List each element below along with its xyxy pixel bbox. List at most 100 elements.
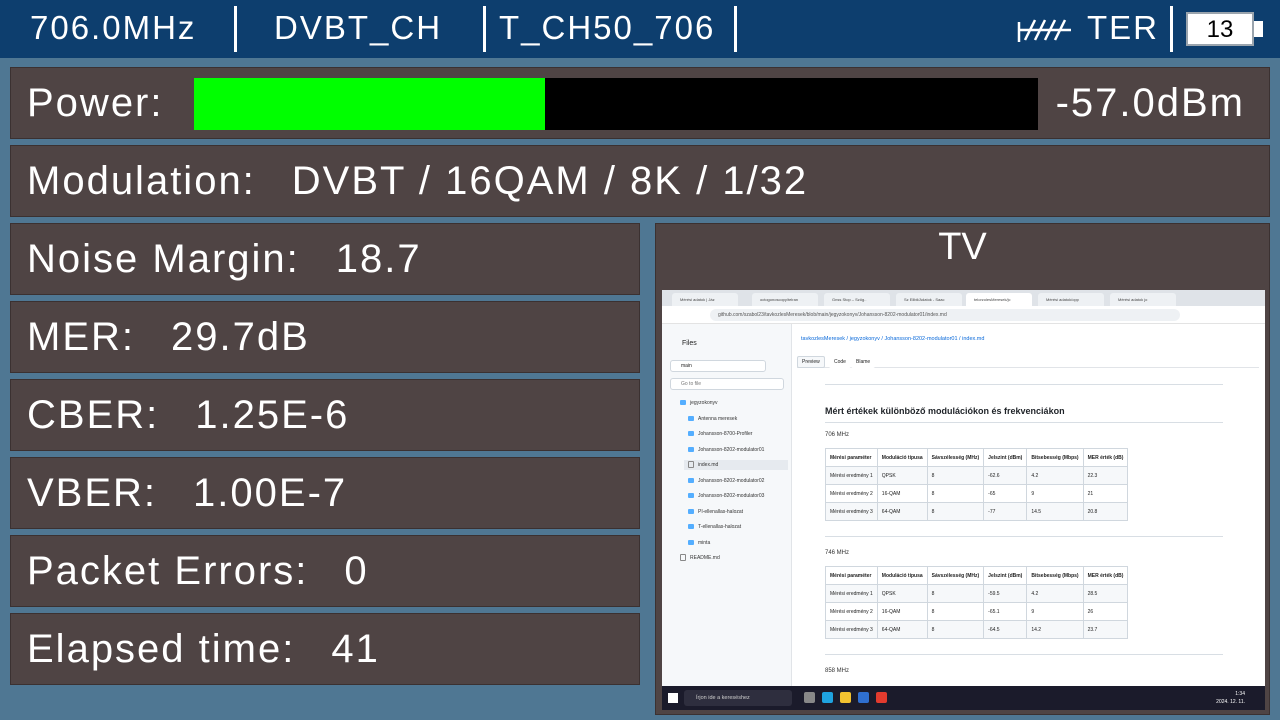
table-cell: -65.1 xyxy=(983,602,1028,621)
cber-value: 1.25E-6 xyxy=(195,392,350,437)
table-cell: Mérési eredmény 1 xyxy=(825,584,878,603)
table-cell: 16-QAM xyxy=(876,484,928,503)
clock-date: 2024. 12. 11. xyxy=(1216,699,1245,705)
file-tree-item[interactable]: Johansson-8202-modulator03 xyxy=(688,491,764,501)
section-title: 706 MHz xyxy=(825,432,850,438)
taskbar-search[interactable]: Írjon ide a kereséshez xyxy=(684,690,792,706)
power-level-fill xyxy=(194,78,546,130)
frequency-readout: 706.0MHz xyxy=(30,9,197,46)
antenna-icon xyxy=(1017,19,1071,42)
modulation-panel: Modulation: DVBT / 16QAM / 8K / 1/32 xyxy=(10,145,1270,217)
table-cell: QPSK xyxy=(876,466,928,485)
vber-label: VBER: xyxy=(27,470,158,515)
table-cell: 14.5 xyxy=(1026,502,1084,521)
tab-blame[interactable]: Blame xyxy=(851,356,876,368)
table-cell: QPSK xyxy=(876,584,928,603)
measurement-table-746: Mérési paraméter Moduláció típusa Sávszé… xyxy=(825,566,1129,639)
table-cell: Mérési eredmény 1 xyxy=(825,466,878,485)
browser-tab[interactable]: Mérési adatok jo xyxy=(1110,293,1176,306)
divider xyxy=(734,6,737,52)
browser-tab-active[interactable]: telorzolesMeresek/jc xyxy=(966,293,1032,306)
browser-tab[interactable]: Sz Ellbil/Adatok - Saac xyxy=(896,293,962,306)
battery-value: 13 xyxy=(1206,16,1234,43)
power-value: -57.0dBm xyxy=(1055,80,1245,125)
table-cell: 22.3 xyxy=(1082,466,1129,485)
packet-errors-panel: Packet Errors: 0 xyxy=(10,535,640,607)
table-header: Mérési paraméter xyxy=(825,448,878,467)
browser-tab[interactable]: Mérési adatok | Jáz xyxy=(672,293,738,306)
table-cell: 26 xyxy=(1082,602,1129,621)
files-title: Files xyxy=(682,340,697,347)
file-tree-item[interactable]: minta xyxy=(688,538,710,548)
measurement-table-706: Mérési paraméter Moduláció típusa Sávszé… xyxy=(825,448,1129,521)
table-cell: -77 xyxy=(983,502,1028,521)
table-cell: 64-QAM xyxy=(876,502,928,521)
table-cell: 8 xyxy=(926,484,985,503)
breadcrumb[interactable]: tavkozlesMeresek / jegyzokonyv / Johanss… xyxy=(801,336,984,342)
edge-icon[interactable] xyxy=(822,692,833,703)
task-view-icon[interactable] xyxy=(804,692,815,703)
address-bar[interactable]: github.com/szabol23/tavkozlesMeresek/blo… xyxy=(710,309,1180,321)
table-cell: Mérési eredmény 2 xyxy=(825,484,878,503)
file-tree-item[interactable]: Antenna meresek xyxy=(688,414,737,424)
table-cell: 16-QAM xyxy=(876,602,928,621)
table-cell: 8 xyxy=(926,620,985,639)
channel-name-label: T_CH50_706 xyxy=(499,9,716,46)
divider xyxy=(234,6,237,52)
noise-margin-row: Noise Margin: 18.7 xyxy=(27,224,422,294)
browser-tab[interactable]: Mérési adatok/opp xyxy=(1038,293,1104,306)
noise-margin-panel: Noise Margin: 18.7 xyxy=(10,223,640,295)
browser-tab[interactable]: Gnss Stop – Szög.. xyxy=(824,293,890,306)
chrome-icon[interactable] xyxy=(876,692,887,703)
table-cell: -65 xyxy=(983,484,1028,503)
folder-icon[interactable] xyxy=(840,692,851,703)
tab-code[interactable]: Code xyxy=(829,356,851,368)
file-tree-item[interactable]: Johansson-8700-Profiler xyxy=(688,429,752,439)
mer-panel: MER: 29.7dB xyxy=(10,301,640,373)
table-row: Mérési eredmény 2 16-QAM 8 -65.1 9 26 xyxy=(825,602,1129,621)
table-header: MER érték (dB) xyxy=(1082,566,1129,585)
channel-table-label: DVBT_CH xyxy=(274,9,443,46)
file-tree-item[interactable]: README.md xyxy=(680,553,720,563)
table-cell: 14.2 xyxy=(1026,620,1084,639)
table-row: Mérési eredmény 1 QPSK 8 -62.6 4.2 22.3 xyxy=(825,466,1129,485)
file-tree-item-selected[interactable]: index.md xyxy=(684,460,788,470)
table-row: Mérési eredmény 1 QPSK 8 -59.5 4.2 28.5 xyxy=(825,584,1129,603)
elapsed-time-label: Elapsed time: xyxy=(27,626,296,671)
file-tree-item[interactable]: Johansson-8202-modulator02 xyxy=(688,476,764,486)
windows-taskbar: Írjon ide a kereséshez 1:34 2024. 12. 11… xyxy=(662,686,1265,710)
divider xyxy=(1170,6,1173,52)
band-label: TER xyxy=(1087,9,1159,46)
windows-start-icon[interactable] xyxy=(668,693,678,703)
battery-tip xyxy=(1254,21,1263,37)
file-tree-item[interactable]: Johansson-8202-modulator01 xyxy=(688,445,764,455)
table-header: Sávszélesség (MHz) xyxy=(926,448,985,467)
elapsed-time-value: 41 xyxy=(331,626,380,671)
cber-row: CBER: 1.25E-6 xyxy=(27,380,349,450)
table-header: Bitsebesség (Mbps) xyxy=(1026,448,1084,467)
branch-selector[interactable]: main xyxy=(670,360,766,372)
divider xyxy=(483,6,486,52)
file-tree-item[interactable]: PI-ellenallas-halozat xyxy=(688,507,743,517)
power-label: Power: xyxy=(27,80,164,125)
go-to-file-input[interactable]: Go to file xyxy=(670,378,784,390)
table-cell: 8 xyxy=(926,502,985,521)
tab-preview[interactable]: Preview xyxy=(797,356,825,368)
browser-tab-strip: Mérési adatok | Jáz octogonoscopy/telran… xyxy=(662,290,1265,306)
cber-panel: CBER: 1.25E-6 xyxy=(10,379,640,451)
modulation-value: DVBT / 16QAM / 8K / 1/32 xyxy=(291,158,809,203)
browser-tab[interactable]: octogonoscopy/telran xyxy=(752,293,818,306)
elapsed-time-row: Elapsed time: 41 xyxy=(27,614,380,684)
table-cell: -62.6 xyxy=(983,466,1028,485)
table-cell: 8 xyxy=(926,584,985,603)
mer-row: MER: 29.7dB xyxy=(27,302,310,372)
file-tree-item[interactable]: jegyzokonyv xyxy=(680,398,718,408)
table-cell: 21 xyxy=(1082,484,1129,503)
clock-time: 1:34 xyxy=(1235,691,1245,697)
store-icon[interactable] xyxy=(858,692,869,703)
table-cell: 9 xyxy=(1026,602,1084,621)
divider xyxy=(825,654,1223,655)
file-tree-item[interactable]: T-ellenallas-halozat xyxy=(688,522,741,532)
file-content: tavkozlesMeresek / jegyzokonyv / Johanss… xyxy=(793,324,1265,686)
table-row: Mérési eredmény 3 64-QAM 8 -77 14.5 20.8 xyxy=(825,502,1129,521)
